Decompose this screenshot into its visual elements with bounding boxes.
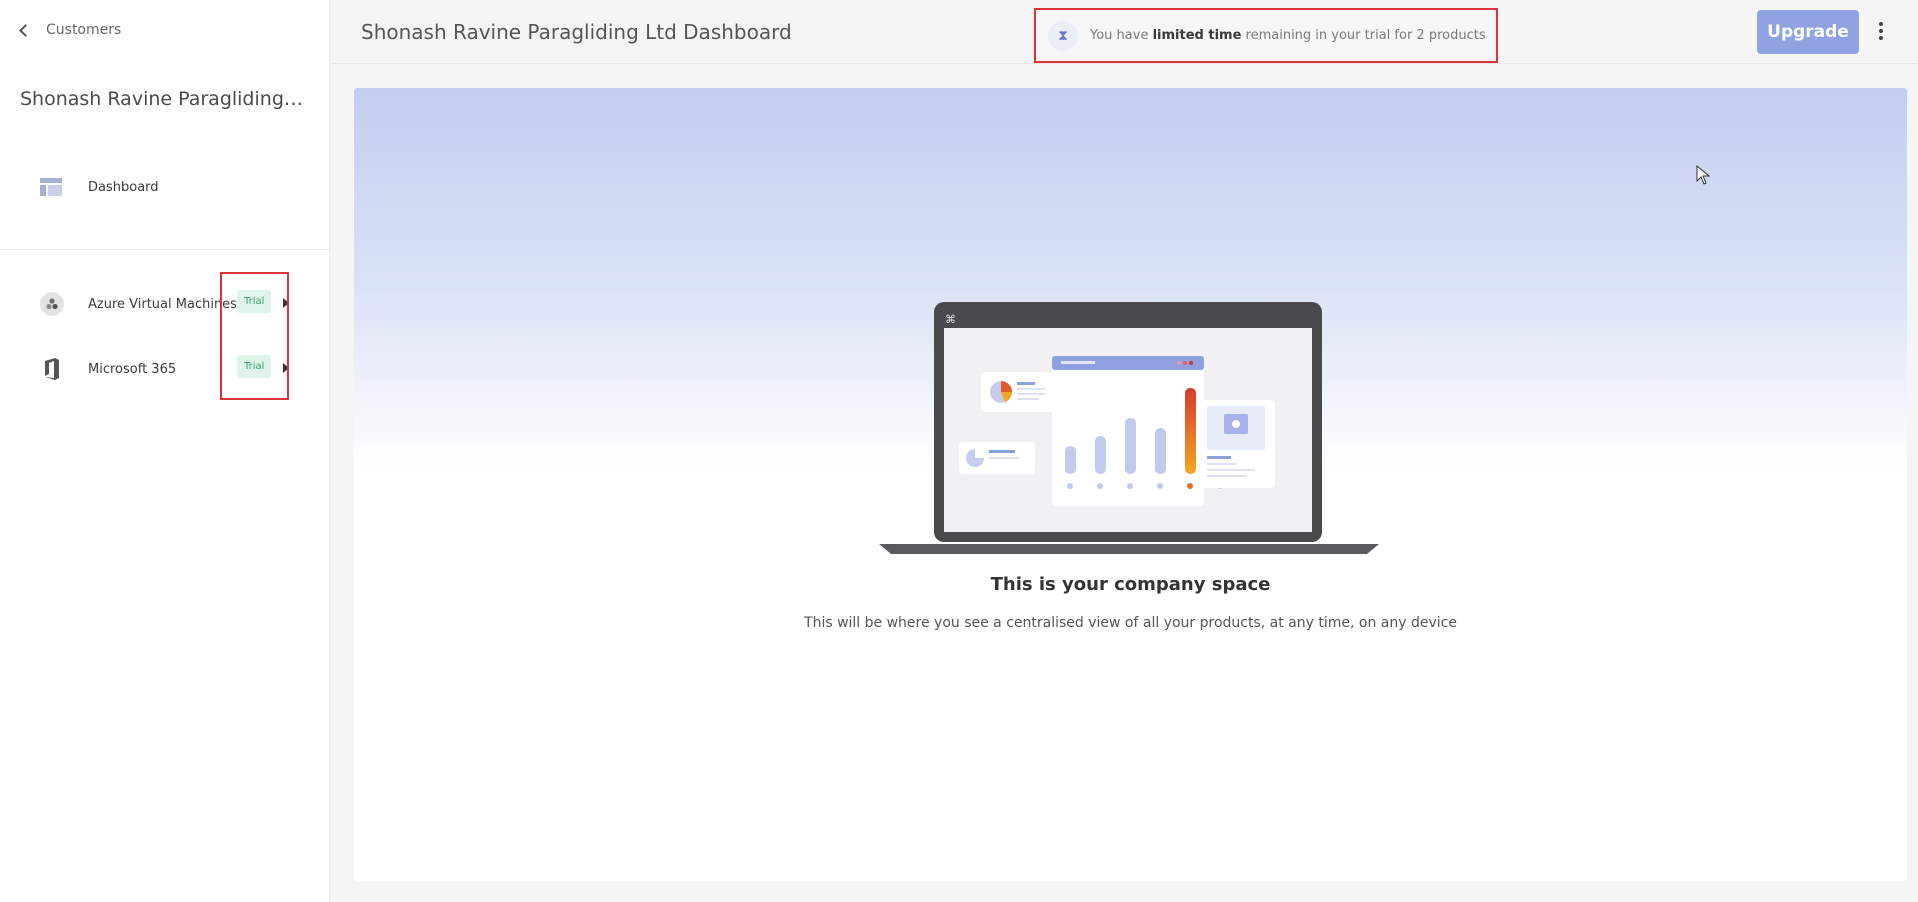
product-name: Azure Virtual Machines xyxy=(88,296,237,312)
top-bar: Shonash Ravine Paragliding Ltd Dashboard… xyxy=(331,0,1918,64)
trial-notice: ⧗ You have limited time remaining in you… xyxy=(1034,8,1498,63)
page-title: Shonash Ravine Paragliding Ltd Dashboard xyxy=(361,20,792,44)
dashboard-icon xyxy=(40,178,62,196)
azure-vm-icon xyxy=(40,292,64,316)
office-icon xyxy=(40,357,64,381)
back-arrow-icon xyxy=(18,23,32,37)
upgrade-button[interactable]: Upgrade xyxy=(1757,10,1859,54)
svg-text:⌘: ⌘ xyxy=(945,313,956,326)
more-options-icon[interactable] xyxy=(1877,22,1885,42)
sidebar-item-label: Dashboard xyxy=(88,179,159,195)
back-label: Customers xyxy=(46,22,122,38)
trial-highlight-box xyxy=(220,272,289,400)
product-name: Microsoft 365 xyxy=(88,361,177,377)
sidebar-item-dashboard[interactable]: Dashboard xyxy=(40,178,159,196)
sidebar: Customers Shonash Ravine Paragliding Ltd… xyxy=(0,0,330,902)
back-to-customers-link[interactable]: Customers xyxy=(18,22,121,38)
trial-notice-text: You have limited time remaining in your … xyxy=(1090,28,1486,43)
company-name: Shonash Ravine Paragliding Ltd xyxy=(20,88,305,110)
sidebar-divider xyxy=(0,249,330,250)
mouse-cursor-icon xyxy=(1696,164,1711,189)
empty-state-subtitle: This will be where you see a centralised… xyxy=(804,615,1457,631)
hourglass-icon: ⧗ xyxy=(1048,20,1078,51)
empty-state-title: This is your company space xyxy=(990,574,1271,595)
laptop-dashboard-illustration: ⌘ xyxy=(879,302,1379,568)
company-space-card: ⌘ This is your company space This will b… xyxy=(354,88,1907,881)
